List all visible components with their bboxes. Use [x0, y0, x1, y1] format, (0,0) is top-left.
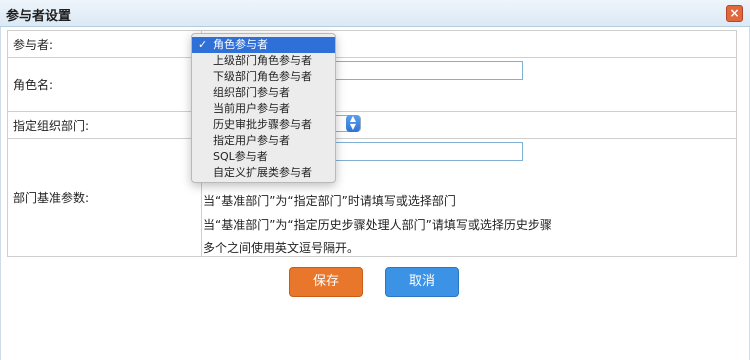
dialog-title: 参与者设置 — [6, 9, 72, 24]
dept-base-label: 部门基准参数: — [7, 138, 202, 257]
dropdown-option[interactable]: 下级部门角色参与者 — [192, 69, 335, 85]
dept-base-hint-1: 当“基准部门”为“指定部门”时请填写或选择部门 — [203, 194, 456, 208]
save-button[interactable]: 保存 — [289, 267, 363, 297]
dropdown-option-label: 角色参与者 — [213, 38, 268, 51]
dropdown-option-label: 当前用户参与者 — [213, 102, 290, 115]
role-name-field[interactable] — [323, 61, 523, 80]
dropdown-option[interactable]: 上级部门角色参与者 — [192, 53, 335, 69]
dropdown-option[interactable]: ✓ 角色参与者 — [192, 37, 335, 53]
dropdown-option-label: 上级部门角色参与者 — [213, 54, 312, 67]
participant-settings-dialog: 参与者设置 × 参与者: 角色名: 指定组织部门: 部门基准参数: ▲ ▼ 当“… — [0, 0, 750, 360]
check-icon: ✓ — [198, 38, 208, 51]
dropdown-option-label: 组织部门参与者 — [213, 86, 290, 99]
dropdown-option[interactable]: 组织部门参与者 — [192, 85, 335, 101]
role-name-label: 角色名: — [7, 57, 202, 112]
dialog-body: 参与者: 角色名: 指定组织部门: 部门基准参数: ▲ ▼ 当“基准部门”为“指定… — [0, 27, 750, 360]
dropdown-option[interactable]: SQL参与者 — [192, 149, 335, 165]
close-icon[interactable]: × — [726, 5, 743, 22]
dropdown-option-label: 下级部门角色参与者 — [213, 70, 312, 83]
dialog-titlebar: 参与者设置 × — [0, 0, 750, 27]
participant-label: 参与者: — [7, 30, 202, 58]
dropdown-option[interactable]: 当前用户参与者 — [192, 101, 335, 117]
participant-dropdown[interactable]: ✓ 角色参与者 上级部门角色参与者 下级部门角色参与者 组织部门参与者 当前用户… — [191, 33, 336, 183]
cancel-button[interactable]: 取消 — [385, 267, 459, 297]
org-dept-label: 指定组织部门: — [7, 111, 202, 139]
select-stepper-icon[interactable]: ▲ ▼ — [346, 115, 360, 132]
dropdown-option-label: SQL参与者 — [213, 150, 268, 163]
dropdown-option[interactable]: 指定用户参与者 — [192, 133, 335, 149]
dropdown-option-label: 历史审批步骤参与者 — [213, 118, 312, 131]
dept-base-field[interactable] — [323, 142, 523, 161]
dropdown-option[interactable]: 历史审批步骤参与者 — [192, 117, 335, 133]
dept-base-hint-2: 当“基准部门”为“指定历史步骤处理人部门”请填写或选择历史步骤 — [203, 218, 552, 232]
dept-base-hint-3: 多个之间使用英文逗号隔开。 — [203, 241, 360, 255]
dropdown-option-label: 自定义扩展类参与者 — [213, 166, 312, 179]
dropdown-option[interactable]: 自定义扩展类参与者 — [192, 165, 335, 181]
dropdown-option-label: 指定用户参与者 — [213, 134, 290, 147]
